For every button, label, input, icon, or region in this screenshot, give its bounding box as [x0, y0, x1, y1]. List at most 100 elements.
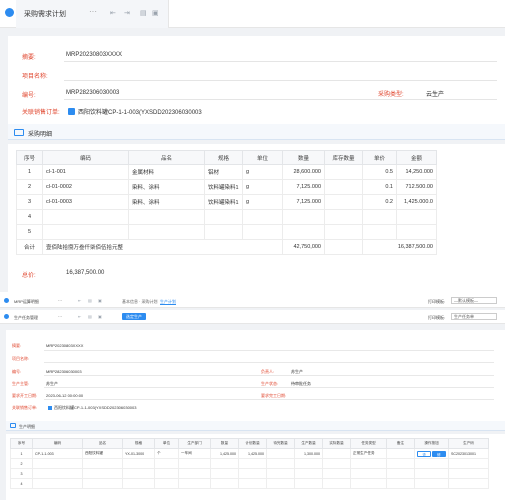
- cell-qty[interactable]: 28,600.000: [282, 164, 325, 180]
- app-logo-icon[interactable]: [4, 298, 9, 303]
- tab-more-icon[interactable]: ···: [89, 7, 97, 16]
- cell-unit[interactable]: [154, 478, 179, 489]
- cell-dept[interactable]: [178, 468, 211, 479]
- cell-unit[interactable]: 个: [154, 448, 179, 459]
- cell-spec[interactable]: [204, 224, 243, 240]
- cell-price[interactable]: 0.2: [362, 194, 397, 210]
- table-row[interactable]: 1 cl-1-001 金属材料 铝材 g 28,600.000 0.5 14,2…: [16, 164, 437, 180]
- cell-type[interactable]: [350, 458, 387, 469]
- table-row[interactable]: 3 cl-01-0003 染料、涂料 饮料罐染料1 g 7,125.000 0.…: [16, 194, 437, 210]
- cell-name[interactable]: [82, 458, 123, 469]
- select-production-button[interactable]: 选定生产: [122, 313, 146, 320]
- back-icon[interactable]: ⇤: [110, 9, 116, 17]
- save-icon[interactable]: ▣: [152, 9, 159, 17]
- tab-more-icon[interactable]: ···: [58, 298, 62, 303]
- table-row[interactable]: 4: [16, 209, 437, 225]
- cell-qty[interactable]: 7,125.000: [282, 179, 325, 195]
- back-icon[interactable]: ⇤: [78, 314, 81, 319]
- cell-qty[interactable]: [210, 458, 239, 469]
- tab-title[interactable]: MRP运算明细: [14, 299, 39, 305]
- forward-icon[interactable]: ⇥: [124, 9, 130, 17]
- cell-spec[interactable]: [122, 468, 155, 479]
- cell-name[interactable]: [82, 468, 123, 479]
- cell-name[interactable]: [128, 224, 205, 240]
- back-icon[interactable]: ⇤: [78, 298, 81, 303]
- cell-qty[interactable]: 7,125.000: [282, 194, 325, 210]
- cell-code[interactable]: cl-1-001: [42, 164, 129, 180]
- tab-more-icon[interactable]: ···: [58, 314, 62, 319]
- save-icon[interactable]: ▣: [98, 314, 102, 319]
- cell-unit[interactable]: [154, 458, 179, 469]
- cell-spec[interactable]: 铝材: [204, 164, 243, 180]
- cell-spec[interactable]: [122, 478, 155, 489]
- cell-unit[interactable]: g: [242, 179, 283, 195]
- cell-note[interactable]: [386, 478, 415, 489]
- related-order-field[interactable]: 西阳饮料罐CP-1-1-003(YXSDD202306030003: [48, 405, 136, 411]
- cell-price[interactable]: [362, 224, 397, 240]
- cell-unit[interactable]: [242, 224, 283, 240]
- summary-field[interactable]: MRP20230803XXXX: [66, 52, 122, 58]
- edit-button[interactable]: 修: [432, 450, 446, 457]
- start-date-field[interactable]: 2023-06-12 00:00:00: [46, 393, 83, 398]
- related-order-field[interactable]: 西阳饮料罐CP-1-1-003(YXSDD202306030003: [68, 107, 202, 116]
- cell-plan[interactable]: 1,425.000: [238, 448, 267, 459]
- cell-qty[interactable]: [282, 224, 325, 240]
- cell-type[interactable]: [350, 478, 387, 489]
- print-template-select[interactable]: 生产任务单: [451, 313, 497, 320]
- table-row[interactable]: 2 cl-01-0002 染料、涂料 饮料罐染料1 g 7,125.000 0.…: [16, 179, 437, 195]
- table-row[interactable]: 3: [10, 468, 489, 479]
- cell-unit[interactable]: [242, 209, 283, 225]
- cell-name[interactable]: 金属材料: [128, 164, 205, 180]
- cell-dept[interactable]: [178, 478, 211, 489]
- cell-qty[interactable]: [210, 478, 239, 489]
- cell-note[interactable]: [386, 448, 415, 459]
- cell-produce[interactable]: [294, 478, 323, 489]
- table-row[interactable]: 2: [10, 458, 489, 469]
- cell-plan[interactable]: [238, 478, 267, 489]
- cell-code[interactable]: [32, 478, 83, 489]
- cell-type[interactable]: [350, 468, 387, 479]
- cell-produce[interactable]: [294, 468, 323, 479]
- cell-spec[interactable]: 饮料罐染料1: [204, 179, 243, 195]
- cell-note[interactable]: [386, 468, 415, 479]
- cell-unit[interactable]: [154, 468, 179, 479]
- production-plan-link[interactable]: 生产计划: [160, 299, 176, 305]
- cell-name[interactable]: 染料、涂料: [128, 179, 205, 195]
- cell-dept[interactable]: [178, 458, 211, 469]
- cell-qty[interactable]: 1,425.000: [210, 448, 239, 459]
- cell-spec[interactable]: [204, 209, 243, 225]
- print-icon[interactable]: ▤: [88, 298, 92, 303]
- cell-unit[interactable]: g: [242, 194, 283, 210]
- code-field[interactable]: MRP282306030003: [66, 90, 119, 96]
- view-button[interactable]: 查: [417, 450, 431, 457]
- cell-name[interactable]: [128, 209, 205, 225]
- cell-code[interactable]: CP-1-1-003: [32, 448, 83, 459]
- cell-note[interactable]: [386, 458, 415, 469]
- cell-type[interactable]: 正常生产任务: [350, 448, 387, 459]
- cell-name[interactable]: [82, 478, 123, 489]
- cell-produce[interactable]: [294, 458, 323, 469]
- cell-spec[interactable]: [122, 458, 155, 469]
- print-icon[interactable]: ▤: [140, 9, 147, 17]
- table-row[interactable]: 1 CP-1-1-003 西阳饮料罐 YX-01-3000 个 一车间 1,42…: [10, 448, 489, 459]
- cell-plan[interactable]: [238, 468, 267, 479]
- purchase-type-field[interactable]: 云生产: [426, 89, 444, 98]
- table-row[interactable]: 4: [10, 478, 489, 489]
- cell-price[interactable]: 0.1: [362, 179, 397, 195]
- cell-code[interactable]: cl-01-0003: [42, 194, 129, 210]
- print-icon[interactable]: ▤: [88, 314, 92, 319]
- cell-produce[interactable]: 1,300.000: [294, 448, 323, 459]
- app-logo-icon[interactable]: [5, 8, 14, 17]
- tab-title[interactable]: 生产任务管理: [14, 315, 38, 321]
- cell-price[interactable]: 0.5: [362, 164, 397, 180]
- checkbox-icon[interactable]: [48, 405, 52, 410]
- cell-code[interactable]: [32, 458, 83, 469]
- app-logo-icon[interactable]: [4, 314, 9, 319]
- cell-qty[interactable]: [282, 209, 325, 225]
- project-field[interactable]: [44, 362, 494, 363]
- cell-code[interactable]: [42, 224, 129, 240]
- print-template-select[interactable]: —默认模板—: [451, 297, 497, 304]
- cell-code[interactable]: [32, 468, 83, 479]
- project-field[interactable]: [64, 80, 497, 81]
- cell-code[interactable]: [42, 209, 129, 225]
